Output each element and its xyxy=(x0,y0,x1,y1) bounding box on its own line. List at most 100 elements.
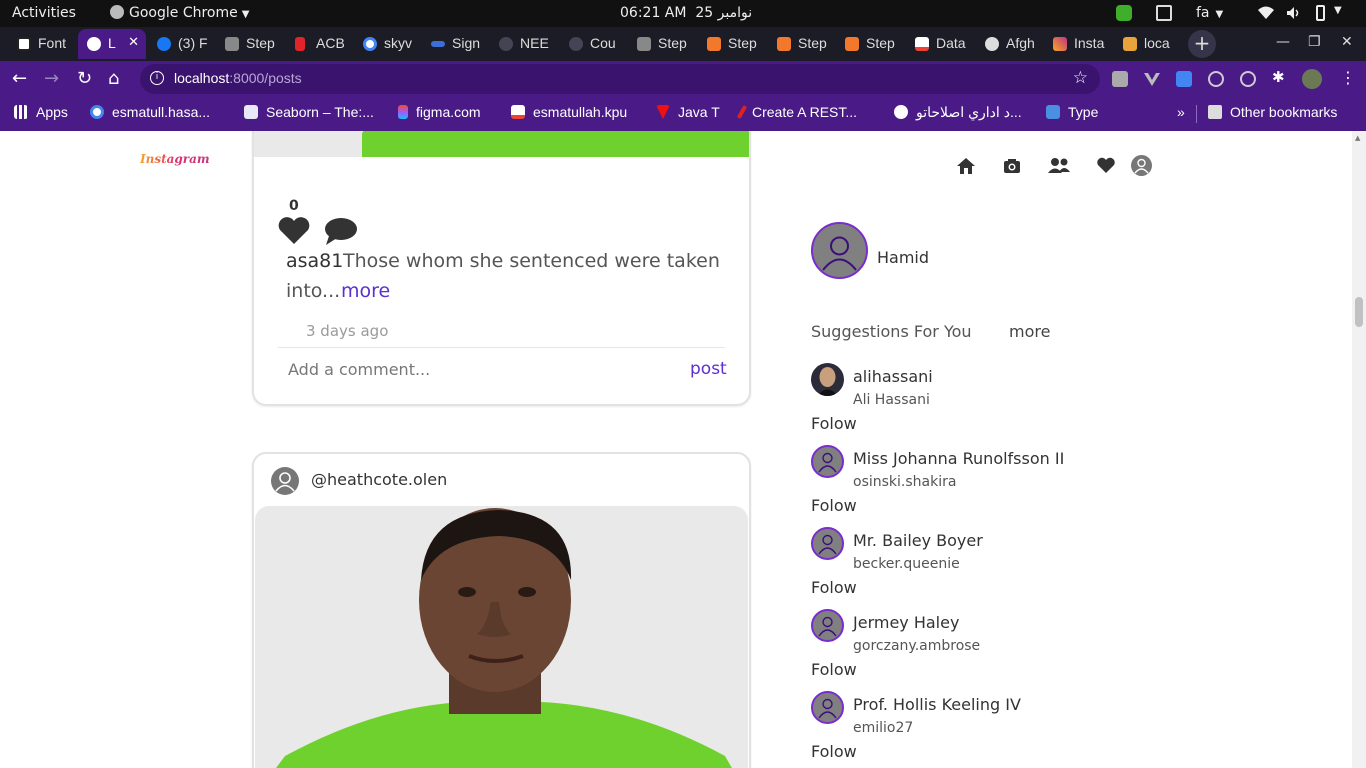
other-bookmarks[interactable]: Other bookmarks xyxy=(1208,104,1337,120)
reload-icon[interactable]: ↻ xyxy=(77,68,92,89)
wifi-icon[interactable] xyxy=(1258,6,1274,22)
suggestion-avatar[interactable] xyxy=(811,527,844,560)
suggestion-avatar[interactable] xyxy=(811,363,844,396)
scrollbar-thumb[interactable] xyxy=(1355,297,1363,327)
follow-button[interactable]: Folow xyxy=(811,742,857,761)
suggestion-username[interactable]: alihassani xyxy=(853,367,933,386)
camera-icon[interactable] xyxy=(1002,156,1022,176)
bookmark-apps[interactable]: Apps xyxy=(14,104,68,120)
maximize-icon[interactable]: ❐ xyxy=(1308,34,1321,50)
bookmark-item[interactable]: Seaborn – The:... xyxy=(244,104,374,120)
tab-14[interactable]: Data xyxy=(906,29,974,59)
app-menu[interactable]: Google Chrome ▼ xyxy=(110,5,249,21)
forward-icon[interactable]: → xyxy=(44,68,59,89)
profile-name[interactable]: Hamid xyxy=(877,248,929,267)
tab-11[interactable]: Step xyxy=(698,29,766,59)
close-window-icon[interactable]: ✕ xyxy=(1341,34,1353,50)
battery-icon[interactable] xyxy=(1316,5,1325,21)
suggestions-more-link[interactable]: more xyxy=(1009,322,1050,341)
profile-avatar[interactable] xyxy=(811,222,868,279)
close-tab-icon[interactable]: ✕ xyxy=(128,35,139,50)
page-scrollbar[interactable]: ▲ xyxy=(1352,131,1366,768)
bookmarks-overflow-icon[interactable]: » xyxy=(1177,104,1185,120)
tab-7[interactable]: Sign xyxy=(422,29,490,59)
home-icon[interactable]: ⌂ xyxy=(108,68,119,89)
suggestion-username[interactable]: Prof. Hollis Keeling IV xyxy=(853,695,1021,714)
tab-3[interactable]: (3) F xyxy=(148,29,216,59)
tab-15[interactable]: Afgh xyxy=(976,29,1044,59)
post-author[interactable]: asa81 xyxy=(286,250,343,272)
activities-button[interactable]: Activities xyxy=(12,5,76,21)
follow-button[interactable]: Folow xyxy=(811,496,857,515)
suggestion-username[interactable]: Miss Johanna Runolfsson II xyxy=(853,449,1064,468)
post-comment-button[interactable]: post xyxy=(690,359,727,379)
tab-4[interactable]: Step xyxy=(216,29,284,59)
minimize-icon[interactable]: — xyxy=(1276,34,1290,50)
like-heart-icon[interactable] xyxy=(277,216,311,250)
user-avatar-icon[interactable] xyxy=(271,467,299,495)
vue-devtools-icon[interactable] xyxy=(1144,71,1160,87)
tab-5[interactable]: ACB xyxy=(286,29,354,59)
tab-title: Data xyxy=(936,35,966,51)
profile-avatar[interactable] xyxy=(1302,69,1322,89)
bookmark-item[interactable]: esmatull.hasa... xyxy=(90,104,210,120)
follow-button[interactable]: Folow xyxy=(811,660,857,679)
bookmark-item[interactable]: Create A REST... xyxy=(736,104,857,120)
address-bar[interactable]: i localhost:8000/posts ☆ xyxy=(140,64,1100,94)
bookmark-item[interactable]: figma.com xyxy=(398,104,481,120)
volume-icon[interactable] xyxy=(1286,6,1302,22)
suggestion-username[interactable]: Mr. Bailey Boyer xyxy=(853,531,983,550)
profile-avatar-icon[interactable] xyxy=(1131,155,1152,176)
new-tab-button[interactable]: + xyxy=(1188,30,1216,58)
app-name: Google Chrome xyxy=(129,5,238,21)
scroll-up-arrow-icon[interactable]: ▲ xyxy=(1355,134,1360,142)
bookmark-item[interactable]: esmatullah.kpu xyxy=(511,104,627,120)
tab-8[interactable]: NEE xyxy=(490,29,558,59)
instagram-logo[interactable]: Instagram xyxy=(140,152,210,166)
follow-button[interactable]: Folow xyxy=(811,578,857,597)
bookmark-item[interactable]: Type xyxy=(1046,104,1098,120)
post-author[interactable]: @heathcote.olen xyxy=(311,470,447,489)
figma-icon xyxy=(398,105,408,119)
extension-target-icon[interactable] xyxy=(1240,71,1256,87)
heart-icon[interactable] xyxy=(1096,156,1116,176)
tab-6[interactable]: skyv xyxy=(354,29,422,59)
screen-share-icon[interactable] xyxy=(1156,5,1172,21)
tab-16[interactable]: Insta xyxy=(1044,29,1112,59)
comment-input[interactable]: Add a comment... xyxy=(288,360,430,379)
tab-2-active[interactable]: L ✕ xyxy=(78,29,146,59)
screenshot-extension-icon[interactable] xyxy=(1112,71,1128,87)
keyboard-layout[interactable]: fa ▼ xyxy=(1196,5,1223,21)
bookmark-item[interactable]: د اداري اصلاحاتو... xyxy=(894,104,1022,121)
gmail-icon xyxy=(511,105,525,119)
tab-title: (3) F xyxy=(178,35,208,51)
clock[interactable]: 06:21 AM نوامبر 25 xyxy=(620,5,752,21)
tab-1[interactable]: Font xyxy=(8,29,76,59)
url-path: :8000/posts xyxy=(229,70,302,86)
tab-17[interactable]: loca xyxy=(1114,29,1182,59)
suggestion-avatar[interactable] xyxy=(811,609,844,642)
update-icon[interactable] xyxy=(1116,5,1132,21)
tab-12[interactable]: Step xyxy=(768,29,836,59)
back-icon[interactable]: ← xyxy=(12,68,27,89)
suggestion-avatar[interactable] xyxy=(811,445,844,478)
more-link[interactable]: more xyxy=(341,280,390,302)
users-icon[interactable] xyxy=(1048,156,1070,176)
tab-13[interactable]: Step xyxy=(836,29,904,59)
bookmark-star-icon[interactable]: ☆ xyxy=(1073,68,1088,88)
tab-9[interactable]: Cou xyxy=(560,29,628,59)
suggestion-avatar[interactable] xyxy=(811,691,844,724)
comment-bubble-icon[interactable] xyxy=(323,216,359,250)
tab-title: Insta xyxy=(1074,35,1105,51)
site-info-icon[interactable]: i xyxy=(150,71,164,85)
suggestion-username[interactable]: Jermey Haley xyxy=(853,613,959,632)
home-icon[interactable] xyxy=(956,156,976,176)
chrome-menu-icon[interactable]: ⋮ xyxy=(1340,68,1356,87)
tab-10[interactable]: Step xyxy=(628,29,696,59)
system-menu-caret-icon[interactable]: ▼ xyxy=(1334,5,1342,16)
follow-button[interactable]: Folow xyxy=(811,414,857,433)
react-devtools-icon[interactable] xyxy=(1208,71,1224,87)
extensions-puzzle-icon[interactable]: ✱ xyxy=(1272,68,1288,86)
bookmark-item[interactable]: Java T xyxy=(656,104,720,120)
translate-extension-icon[interactable] xyxy=(1176,71,1192,87)
